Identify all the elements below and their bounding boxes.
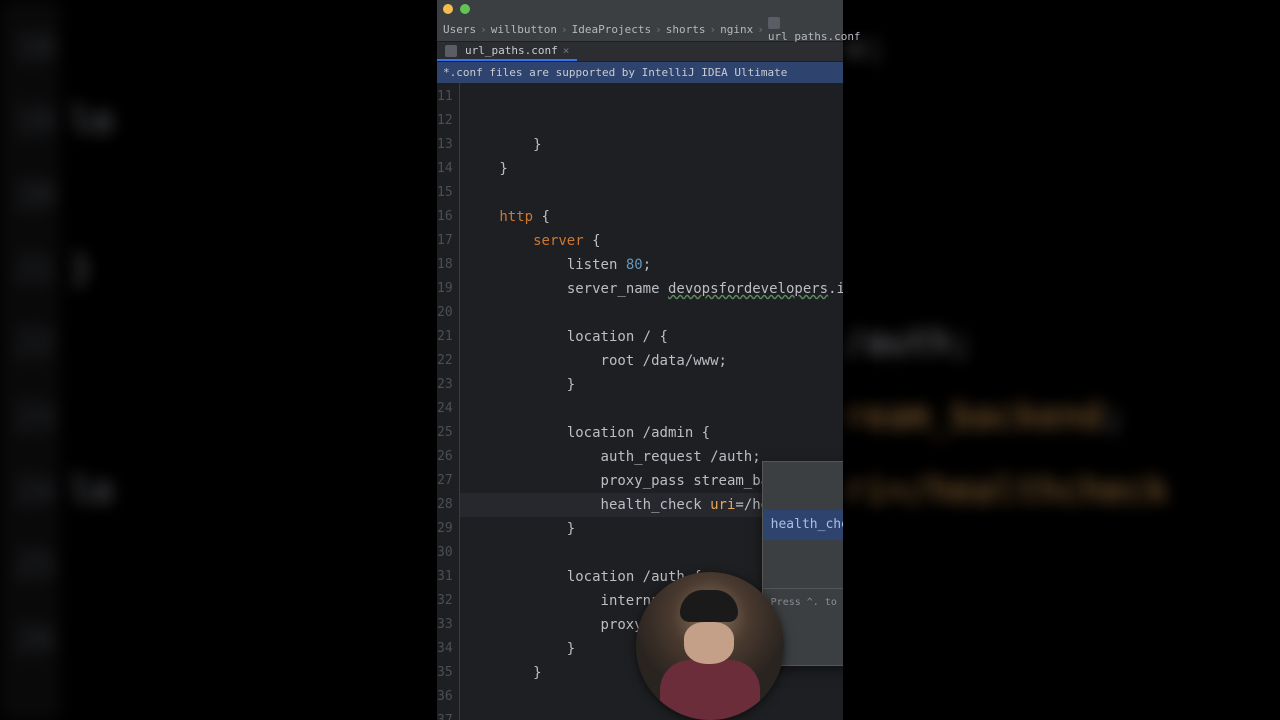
code-line[interactable]: } <box>460 373 843 397</box>
titlebar <box>437 0 843 18</box>
completion-item[interactable]: health_check <box>763 510 843 540</box>
crumb[interactable]: url_paths.conf <box>766 17 863 43</box>
code-line[interactable]: server { <box>460 229 843 253</box>
code-line[interactable]: } <box>460 133 843 157</box>
code-line[interactable] <box>460 181 843 205</box>
ide-window: Users›willbutton›IdeaProjects›shorts›ngi… <box>437 0 843 720</box>
code-line[interactable]: location /admin { <box>460 421 843 445</box>
code-line[interactable]: listen 80; <box>460 253 843 277</box>
code-line[interactable]: } <box>460 157 843 181</box>
code-line[interactable]: http { <box>460 205 843 229</box>
minimize-button[interactable] <box>443 4 453 14</box>
close-icon[interactable]: × <box>563 44 570 57</box>
webcam-overlay <box>636 572 784 720</box>
crumb[interactable]: Users <box>441 23 478 36</box>
tab-bar: url_paths.conf × <box>437 42 843 62</box>
code-line[interactable] <box>460 709 843 720</box>
tab-url-paths[interactable]: url_paths.conf × <box>437 42 577 61</box>
breadcrumb[interactable]: Users›willbutton›IdeaProjects›shorts›ngi… <box>437 18 843 42</box>
file-icon <box>445 45 457 57</box>
zoom-button[interactable] <box>460 4 470 14</box>
code-line[interactable]: root /data/www; <box>460 349 843 373</box>
gutter: 1112131415161718192021222324252627282930… <box>437 83 459 720</box>
info-banner[interactable]: *.conf files are supported by IntelliJ I… <box>437 62 843 83</box>
crumb[interactable]: nginx <box>718 23 755 36</box>
crumb[interactable]: IdeaProjects <box>570 23 653 36</box>
code-line[interactable] <box>460 397 843 421</box>
code-line[interactable]: server_name devopsfordevelopers.io <box>460 277 843 301</box>
tab-label: url_paths.conf <box>465 44 558 57</box>
crumb[interactable]: shorts <box>664 23 708 36</box>
code-line[interactable]: location / { <box>460 325 843 349</box>
code-line[interactable] <box>460 301 843 325</box>
crumb[interactable]: willbutton <box>489 23 559 36</box>
